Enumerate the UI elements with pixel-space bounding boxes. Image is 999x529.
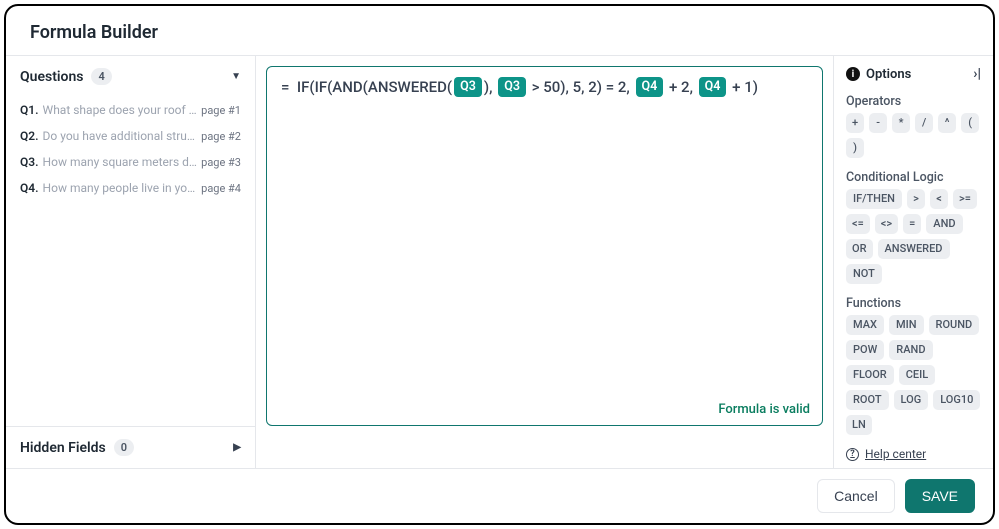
left-panel: Questions 4 ▼ Q1. What shape does your r…	[6, 56, 256, 468]
help-center-link[interactable]: ? Help center	[846, 447, 981, 461]
conditional-chip[interactable]: >=	[953, 189, 977, 209]
list-item[interactable]: Q3. How many square meters does yo… page…	[6, 149, 255, 175]
function-chip[interactable]: FLOOR	[846, 365, 894, 385]
question-chip[interactable]: Q3	[454, 77, 482, 97]
question-id: Q4.	[20, 181, 39, 195]
operator-chip[interactable]: ^	[938, 113, 956, 133]
hidden-fields-count-badge: 0	[114, 439, 134, 456]
operators-group: Operators +-*/^()	[846, 94, 981, 158]
functions-chips: MAXMINROUND POWRAND FLOORCEIL ROOTLOGLOG10 L…	[846, 315, 981, 435]
conditional-chips: IF/THEN><>=<=<>=ANDORANSWEREDNOT	[846, 189, 981, 284]
question-text: How many square meters does yo…	[43, 155, 198, 169]
function-chip[interactable]: LN	[846, 415, 872, 435]
function-chip[interactable]: MAX	[846, 315, 884, 335]
question-chip[interactable]: Q4	[699, 77, 727, 97]
function-chip[interactable]: LOG	[894, 390, 929, 410]
modal-body: Questions 4 ▼ Q1. What shape does your r…	[6, 55, 993, 468]
formula-text: + 1)	[728, 78, 758, 96]
formula-text: = IF(IF(AND(ANSWERED(	[281, 78, 452, 96]
function-chip[interactable]: ROOT	[846, 390, 889, 410]
hidden-fields-accordion-header[interactable]: Hidden Fields 0 ▶	[6, 427, 255, 468]
options-header: i Options ›|	[846, 66, 981, 82]
function-chip[interactable]: ROUND	[929, 315, 980, 335]
chevron-right-icon: ▶	[233, 442, 241, 453]
question-page: page #1	[201, 104, 241, 117]
question-page: page #2	[201, 130, 241, 143]
hidden-fields-section: Hidden Fields 0 ▶	[6, 426, 255, 468]
questions-list: Q1. What shape does your roof have? page…	[6, 97, 255, 426]
questions-label: Questions	[20, 69, 83, 85]
question-chip[interactable]: Q4	[636, 77, 664, 97]
operator-chip[interactable]: +	[846, 113, 864, 133]
conditional-chip[interactable]: OR	[846, 239, 873, 259]
formula-expression: = IF(IF(AND(ANSWERED(Q3), Q3 > 50), 5, 2…	[281, 77, 808, 97]
function-chip[interactable]: CEIL	[899, 365, 935, 385]
operator-chip[interactable]: /	[915, 113, 933, 133]
question-id: Q1.	[20, 103, 39, 117]
list-item[interactable]: Q2. Do you have additional structures … …	[6, 123, 255, 149]
operator-chip[interactable]: (	[961, 113, 979, 133]
conditional-label: Conditional Logic	[846, 170, 981, 185]
operator-chip[interactable]: )	[846, 138, 864, 158]
conditional-chip[interactable]: <>	[875, 214, 898, 234]
conditional-chip[interactable]: AND	[926, 214, 962, 234]
function-chip[interactable]: LOG10	[933, 390, 980, 410]
question-id: Q2.	[20, 129, 39, 143]
functions-label: Functions	[846, 296, 981, 311]
formula-text: ),	[484, 78, 496, 96]
question-chip[interactable]: Q3	[498, 77, 526, 97]
conditional-chip[interactable]: =	[903, 214, 921, 234]
function-chip[interactable]: POW	[846, 340, 884, 360]
modal-footer: Cancel SAVE	[6, 468, 993, 523]
formula-text: > 50), 5, 2) = 2,	[528, 78, 634, 96]
conditional-chip[interactable]: ANSWERED	[878, 239, 950, 259]
list-item[interactable]: Q1. What shape does your roof have? page…	[6, 97, 255, 123]
center-panel: = IF(IF(AND(ANSWERED(Q3), Q3 > 50), 5, 2…	[256, 56, 833, 468]
functions-group: Functions MAXMINROUND POWRAND FLOORCEIL ROO…	[846, 296, 981, 435]
help-label: Help center	[865, 447, 926, 461]
formula-builder-modal: Formula Builder Questions 4 ▼ Q1. What s…	[4, 4, 995, 525]
conditional-chip[interactable]: >	[907, 189, 925, 209]
save-button[interactable]: SAVE	[905, 479, 975, 513]
questions-count-badge: 4	[91, 68, 111, 85]
question-page: page #4	[201, 182, 241, 195]
question-text: How many people live in your hou…	[43, 181, 198, 195]
options-label: Options	[866, 67, 911, 82]
questions-accordion-header[interactable]: Questions 4 ▼	[6, 56, 255, 97]
function-chip[interactable]: MIN	[889, 315, 924, 335]
conditional-chip[interactable]: IF/THEN	[846, 189, 902, 209]
conditional-chip[interactable]: <	[930, 189, 948, 209]
chevron-down-icon: ▼	[231, 71, 241, 82]
cancel-button[interactable]: Cancel	[817, 479, 895, 513]
question-text: Do you have additional structures …	[43, 129, 198, 143]
conditional-group: Conditional Logic IF/THEN><>=<=<>=ANDORA…	[846, 170, 981, 284]
info-icon: i	[846, 67, 860, 81]
formula-text: + 2,	[665, 78, 696, 96]
function-chip[interactable]: RAND	[889, 340, 932, 360]
question-id: Q3.	[20, 155, 39, 169]
help-icon: ?	[846, 448, 859, 461]
operator-chip[interactable]: -	[869, 113, 887, 133]
operators-label: Operators	[846, 94, 981, 109]
conditional-chip[interactable]: NOT	[846, 264, 882, 284]
hidden-fields-label: Hidden Fields	[20, 440, 106, 456]
conditional-chip[interactable]: <=	[846, 214, 870, 234]
formula-status: Formula is valid	[718, 402, 810, 417]
operator-chip[interactable]: *	[892, 113, 910, 133]
question-page: page #3	[201, 156, 241, 169]
options-panel: i Options ›| Operators +-*/^() Condition…	[833, 56, 993, 468]
operators-chips: +-*/^()	[846, 113, 981, 158]
list-item[interactable]: Q4. How many people live in your hou… pa…	[6, 175, 255, 201]
page-title: Formula Builder	[6, 6, 993, 55]
formula-input[interactable]: = IF(IF(AND(ANSWERED(Q3), Q3 > 50), 5, 2…	[266, 66, 823, 426]
collapse-panel-icon[interactable]: ›|	[973, 66, 981, 82]
question-text: What shape does your roof have?	[43, 103, 198, 117]
